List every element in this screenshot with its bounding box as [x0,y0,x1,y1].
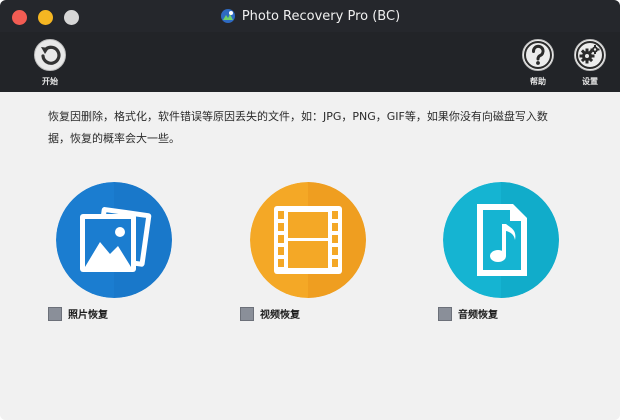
start-icon [34,39,66,71]
main-content: 恢复因删除，格式化，软件错误等原因丢失的文件，如：JPG，PNG，GIF等，如果… [0,92,620,420]
app-window: Photo Recovery Pro (BC) 开始 帮助 设置 恢复因删除，格… [0,0,620,420]
start-label: 开始 [42,77,58,86]
settings-button[interactable]: 设置 [570,38,610,87]
audio-recovery-checkbox[interactable] [438,306,452,321]
photo-recovery-checkbox-row[interactable]: 照片恢复 [48,306,108,321]
gear-icon [574,39,606,71]
video-recovery-label: 视频恢复 [260,310,300,321]
start-button[interactable]: 开始 [30,38,70,87]
description-text: 恢复因删除，格式化，软件错误等原因丢失的文件，如：JPG，PNG，GIF等，如果… [48,110,548,145]
window-title: Photo Recovery Pro (BC) [241,8,401,24]
music-file-icon[interactable] [443,182,559,298]
video-recovery-option[interactable] [250,182,380,302]
audio-recovery-checkbox-row[interactable]: 音频恢复 [438,306,498,321]
video-recovery-checkbox[interactable] [240,306,254,321]
film-icon[interactable] [250,182,366,298]
help-button[interactable]: 帮助 [518,38,558,87]
video-recovery-checkbox-row[interactable]: 视频恢复 [240,306,300,321]
help-icon [522,39,554,71]
window-title-area: Photo Recovery Pro (BC) [0,0,620,32]
settings-label: 设置 [582,77,598,86]
app-icon [220,8,236,24]
photo-recovery-option[interactable] [56,182,186,302]
title-bar[interactable]: Photo Recovery Pro (BC) [0,0,620,32]
toolbar: 开始 帮助 设置 [0,32,620,92]
help-label: 帮助 [530,77,546,86]
photo-icon[interactable] [56,182,172,298]
photo-recovery-label: 照片恢复 [68,310,108,321]
photo-recovery-checkbox[interactable] [48,306,62,321]
audio-recovery-label: 音频恢复 [458,310,498,321]
audio-recovery-option[interactable] [443,182,573,302]
